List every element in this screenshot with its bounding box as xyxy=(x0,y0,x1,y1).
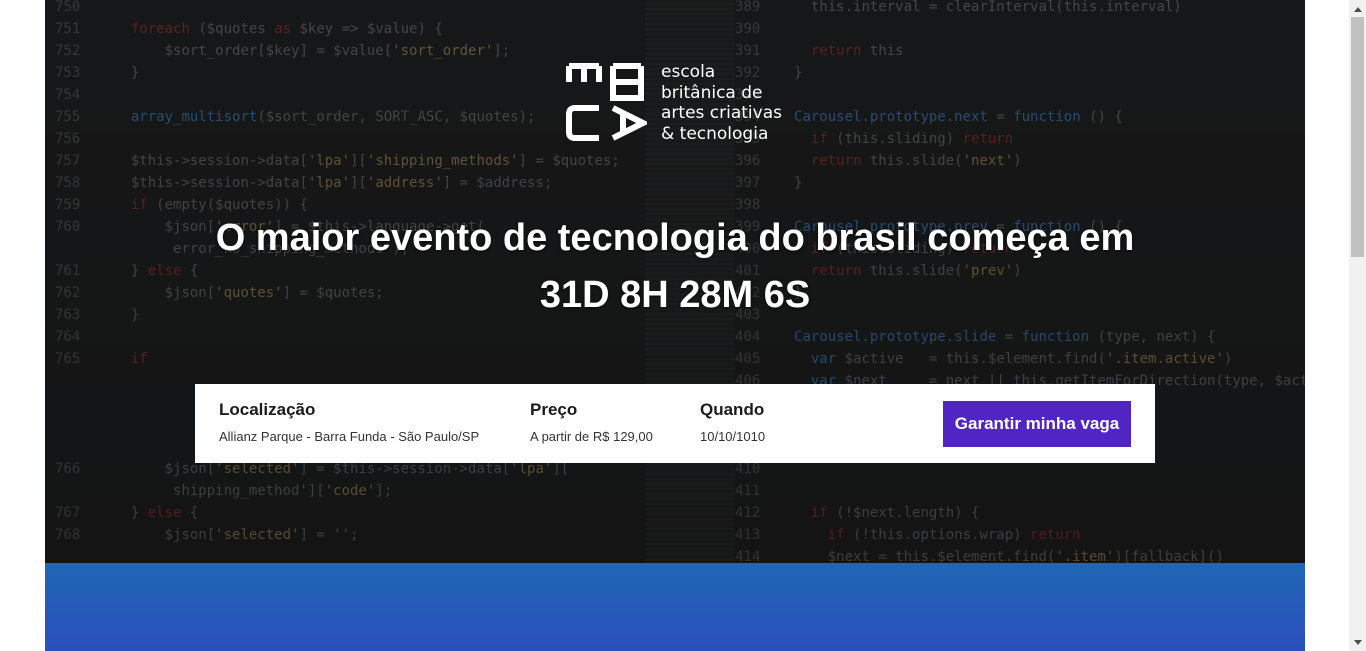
scroll-down-arrow-icon[interactable] xyxy=(1349,634,1366,651)
ebac-logo-mark-icon xyxy=(566,63,647,141)
price-value: A partir de R$ 129,00 xyxy=(530,429,653,444)
blue-section xyxy=(45,563,1305,651)
landing-page: 750 751 foreach ($quotes as $key => $val… xyxy=(45,0,1305,651)
logo-line-1: escola xyxy=(661,62,716,82)
logo-line-2: britânica de xyxy=(661,82,763,103)
price-block: Preço A partir de R$ 129,00 xyxy=(530,400,653,444)
logo-line-4: & tecnologia xyxy=(661,123,769,144)
hero-headline: O maior evento de tecnologia do brasil c… xyxy=(45,210,1305,324)
ebac-logo[interactable]: escola britânica de artes criativas & te… xyxy=(565,62,782,144)
when-value: 10/10/1010 xyxy=(700,429,766,444)
scroll-up-arrow-icon[interactable] xyxy=(1349,0,1366,17)
when-label: Quando xyxy=(700,400,765,419)
hero-section: 750 751 foreach ($quotes as $key => $val… xyxy=(45,0,1305,563)
location-label: Localização xyxy=(219,400,316,419)
event-info-card: Localização Allianz Parque - Barra Funda… xyxy=(195,384,1155,463)
date-block: Quando 10/10/1010 xyxy=(700,400,765,444)
logo-line-3: artes criativas xyxy=(661,103,782,123)
logo-wordmark: escola britânica de artes criativas & te… xyxy=(661,62,782,144)
location-value: Allianz Parque - Barra Funda - São Paulo… xyxy=(219,429,480,444)
page-scrollbar[interactable] xyxy=(1349,0,1366,651)
countdown-timer: 31D 8H 28M 6S xyxy=(539,274,811,316)
price-label: Preço xyxy=(530,400,578,419)
reserve-spot-button[interactable]: Garantir minha vaga xyxy=(943,401,1131,447)
headline-text: O maior evento de tecnologia do brasil c… xyxy=(215,217,1135,259)
scrollbar-thumb[interactable] xyxy=(1351,17,1364,257)
location-block: Localização Allianz Parque - Barra Funda… xyxy=(219,400,479,444)
